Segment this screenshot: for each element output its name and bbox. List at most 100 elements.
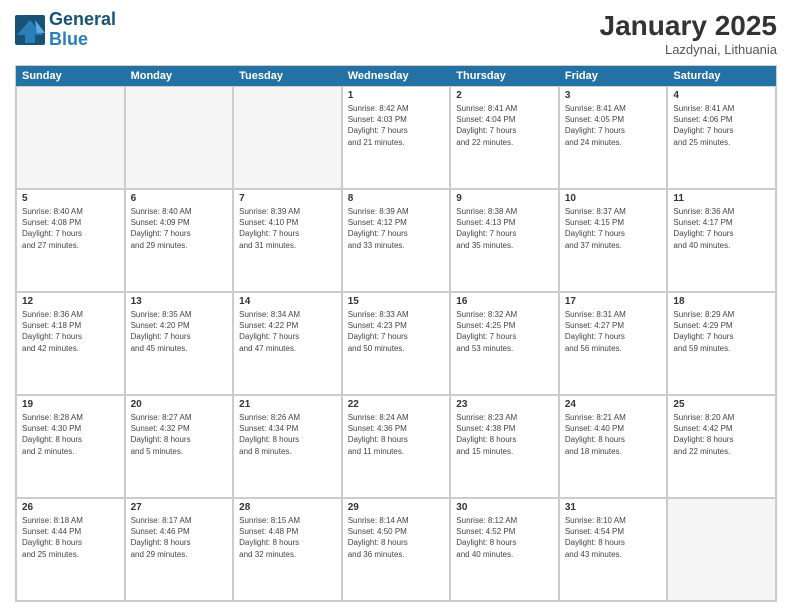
cell-date: 25 <box>673 399 770 410</box>
cell-info: Sunrise: 8:41 AM Sunset: 4:04 PM Dayligh… <box>456 103 553 148</box>
cell-info: Sunrise: 8:23 AM Sunset: 4:38 PM Dayligh… <box>456 412 553 457</box>
cell-info: Sunrise: 8:41 AM Sunset: 4:05 PM Dayligh… <box>565 103 662 148</box>
cell-date: 13 <box>131 296 228 307</box>
cell-info: Sunrise: 8:36 AM Sunset: 4:17 PM Dayligh… <box>673 206 770 251</box>
calendar-cell: 12 Sunrise: 8:36 AM Sunset: 4:18 PM Dayli… <box>16 292 125 395</box>
logo-line1: General <box>49 10 116 30</box>
calendar-cell: 8Sunrise: 8:39 AM Sunset: 4:12 PM Daylig… <box>342 189 451 292</box>
cell-info: Sunrise: 8:36 AM Sunset: 4:18 PM Dayligh… <box>22 309 119 354</box>
calendar-cell: 4 Sunrise: 8:41 AM Sunset: 4:06 PM Daylig… <box>667 86 776 189</box>
cell-date: 18 <box>673 296 770 307</box>
day-header-thursday: Thursday <box>450 66 559 86</box>
calendar-cell: 21 Sunrise: 8:26 AM Sunset: 4:34 PM Dayli… <box>233 395 342 498</box>
title-area: January 2025 Lazdynai, Lithuania <box>600 10 777 57</box>
cell-info: Sunrise: 8:41 AM Sunset: 4:06 PM Dayligh… <box>673 103 770 148</box>
cell-info: Sunrise: 8:33 AM Sunset: 4:23 PM Dayligh… <box>348 309 445 354</box>
calendar-cell: 14 Sunrise: 8:34 AM Sunset: 4:22 PM Dayli… <box>233 292 342 395</box>
cell-date: 29 <box>348 502 445 513</box>
cell-date: 22 <box>348 399 445 410</box>
calendar-cell <box>667 498 776 601</box>
cell-date: 27 <box>131 502 228 513</box>
cell-info: Sunrise: 8:42 AM Sunset: 4:03 PM Dayligh… <box>348 103 445 148</box>
cell-date: 19 <box>22 399 119 410</box>
calendar-cell: 17 Sunrise: 8:31 AM Sunset: 4:27 PM Dayli… <box>559 292 668 395</box>
calendar-cell <box>233 86 342 189</box>
calendar-cell: 6 Sunrise: 8:40 AM Sunset: 4:09 PM Daylig… <box>125 189 234 292</box>
logo-icon <box>15 15 45 45</box>
cell-date: 2 <box>456 90 553 101</box>
cell-info: Sunrise: 8:39 AM Sunset: 4:10 PM Dayligh… <box>239 206 336 251</box>
calendar-cell: 29 Sunrise: 8:14 AM Sunset: 4:50 PM Dayli… <box>342 498 451 601</box>
cell-info: Sunrise: 8:34 AM Sunset: 4:22 PM Dayligh… <box>239 309 336 354</box>
day-header-friday: Friday <box>559 66 668 86</box>
calendar-cell: 16Sunrise: 8:32 AM Sunset: 4:25 PM Dayli… <box>450 292 559 395</box>
calendar-cell: 22 Sunrise: 8:24 AM Sunset: 4:36 PM Dayli… <box>342 395 451 498</box>
calendar-cell: 19 Sunrise: 8:28 AM Sunset: 4:30 PM Dayli… <box>16 395 125 498</box>
cell-info: Sunrise: 8:39 AM Sunset: 4:12 PM Dayligh… <box>348 206 445 251</box>
day-header-sunday: Sunday <box>16 66 125 86</box>
cell-info: Sunrise: 8:12 AM Sunset: 4:52 PM Dayligh… <box>456 515 553 560</box>
calendar-cell: 13Sunrise: 8:35 AM Sunset: 4:20 PM Dayli… <box>125 292 234 395</box>
cell-info: Sunrise: 8:14 AM Sunset: 4:50 PM Dayligh… <box>348 515 445 560</box>
calendar-cell: 23 Sunrise: 8:23 AM Sunset: 4:38 PM Dayli… <box>450 395 559 498</box>
cell-info: Sunrise: 8:21 AM Sunset: 4:40 PM Dayligh… <box>565 412 662 457</box>
day-header-wednesday: Wednesday <box>342 66 451 86</box>
cell-date: 12 <box>22 296 119 307</box>
calendar-cell: 3 Sunrise: 8:41 AM Sunset: 4:05 PM Daylig… <box>559 86 668 189</box>
cell-info: Sunrise: 8:31 AM Sunset: 4:27 PM Dayligh… <box>565 309 662 354</box>
calendar-cell: 10 Sunrise: 8:37 AM Sunset: 4:15 PM Dayli… <box>559 189 668 292</box>
cell-date: 3 <box>565 90 662 101</box>
day-header-tuesday: Tuesday <box>233 66 342 86</box>
cell-date: 26 <box>22 502 119 513</box>
calendar-cell: 1Sunrise: 8:42 AM Sunset: 4:03 PM Daylig… <box>342 86 451 189</box>
header: General Blue January 2025 Lazdynai, Lith… <box>15 10 777 57</box>
calendar-cell: 26 Sunrise: 8:18 AM Sunset: 4:44 PM Dayli… <box>16 498 125 601</box>
cell-date: 24 <box>565 399 662 410</box>
cell-info: Sunrise: 8:29 AM Sunset: 4:29 PM Dayligh… <box>673 309 770 354</box>
cell-info: Sunrise: 8:26 AM Sunset: 4:34 PM Dayligh… <box>239 412 336 457</box>
cell-date: 28 <box>239 502 336 513</box>
day-header-saturday: Saturday <box>667 66 776 86</box>
cell-info: Sunrise: 8:20 AM Sunset: 4:42 PM Dayligh… <box>673 412 770 457</box>
calendar-cell: 15 Sunrise: 8:33 AM Sunset: 4:23 PM Dayli… <box>342 292 451 395</box>
cell-info: Sunrise: 8:15 AM Sunset: 4:48 PM Dayligh… <box>239 515 336 560</box>
cell-date: 20 <box>131 399 228 410</box>
calendar-cell: 5Sunrise: 8:40 AM Sunset: 4:08 PM Daylig… <box>16 189 125 292</box>
calendar-cell: 28 Sunrise: 8:15 AM Sunset: 4:48 PM Dayli… <box>233 498 342 601</box>
calendar-cell: 30 Sunrise: 8:12 AM Sunset: 4:52 PM Dayli… <box>450 498 559 601</box>
cell-date: 4 <box>673 90 770 101</box>
cell-info: Sunrise: 8:24 AM Sunset: 4:36 PM Dayligh… <box>348 412 445 457</box>
cell-date: 15 <box>348 296 445 307</box>
cell-info: Sunrise: 8:28 AM Sunset: 4:30 PM Dayligh… <box>22 412 119 457</box>
cell-info: Sunrise: 8:37 AM Sunset: 4:15 PM Dayligh… <box>565 206 662 251</box>
cell-info: Sunrise: 8:40 AM Sunset: 4:08 PM Dayligh… <box>22 206 119 251</box>
cell-info: Sunrise: 8:40 AM Sunset: 4:09 PM Dayligh… <box>131 206 228 251</box>
logo-line2: Blue <box>49 29 88 49</box>
cell-info: Sunrise: 8:18 AM Sunset: 4:44 PM Dayligh… <box>22 515 119 560</box>
cell-date: 30 <box>456 502 553 513</box>
logo: General Blue <box>15 10 116 50</box>
cell-date: 21 <box>239 399 336 410</box>
calendar-cell: 7Sunrise: 8:39 AM Sunset: 4:10 PM Daylig… <box>233 189 342 292</box>
cell-date: 10 <box>565 193 662 204</box>
calendar-cell: 31 Sunrise: 8:10 AM Sunset: 4:54 PM Dayli… <box>559 498 668 601</box>
calendar: SundayMondayTuesdayWednesdayThursdayFrid… <box>15 65 777 602</box>
calendar-cell: 11Sunrise: 8:36 AM Sunset: 4:17 PM Dayli… <box>667 189 776 292</box>
calendar-cell <box>16 86 125 189</box>
cell-date: 31 <box>565 502 662 513</box>
cell-date: 9 <box>456 193 553 204</box>
cell-date: 14 <box>239 296 336 307</box>
logo-text: General Blue <box>49 10 116 50</box>
calendar-grid: 1Sunrise: 8:42 AM Sunset: 4:03 PM Daylig… <box>16 86 776 601</box>
calendar-cell: 9 Sunrise: 8:38 AM Sunset: 4:13 PM Daylig… <box>450 189 559 292</box>
cell-date: 23 <box>456 399 553 410</box>
cell-info: Sunrise: 8:17 AM Sunset: 4:46 PM Dayligh… <box>131 515 228 560</box>
cell-date: 6 <box>131 193 228 204</box>
cell-info: Sunrise: 8:10 AM Sunset: 4:54 PM Dayligh… <box>565 515 662 560</box>
month-title: January 2025 <box>600 10 777 42</box>
calendar-cell: 18 Sunrise: 8:29 AM Sunset: 4:29 PM Dayli… <box>667 292 776 395</box>
calendar-cell: 24 Sunrise: 8:21 AM Sunset: 4:40 PM Dayli… <box>559 395 668 498</box>
cell-info: Sunrise: 8:38 AM Sunset: 4:13 PM Dayligh… <box>456 206 553 251</box>
location: Lazdynai, Lithuania <box>600 42 777 57</box>
cell-date: 17 <box>565 296 662 307</box>
